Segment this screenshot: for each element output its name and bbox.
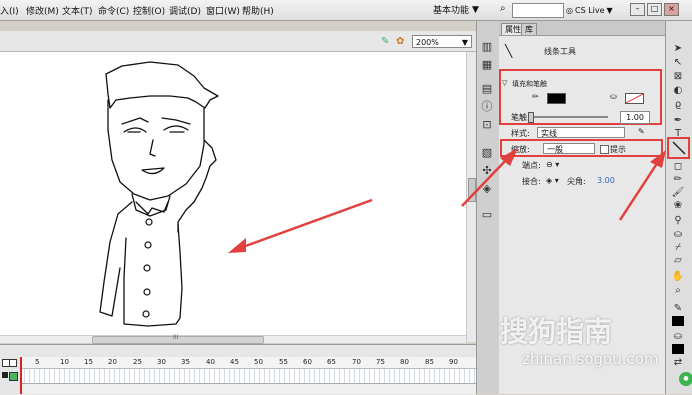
scroll-thumb[interactable]: III (92, 334, 264, 344)
chevron-down-icon: ▼ (472, 4, 479, 15)
eraser-tool-icon[interactable]: ▱ (671, 254, 685, 267)
fill-color-chip[interactable] (672, 344, 684, 354)
stage-canvas[interactable] (0, 52, 466, 335)
cs-live-button[interactable]: ◎ CS Live ▼ (566, 3, 613, 17)
annotation-arrow-head (228, 238, 246, 253)
frame-number: 85 (425, 358, 434, 366)
frame-number: 10 (60, 358, 69, 366)
watermark-url: zhinan.sogou.com (522, 350, 659, 368)
hair-outline (105, 61, 219, 109)
fill-color-tool-icon[interactable]: ⛀ (671, 330, 685, 343)
frame-number: 20 (108, 358, 117, 366)
chevron-down-icon: ▼ (606, 5, 613, 15)
shirt-button (142, 310, 150, 318)
section-fill-stroke[interactable]: 填充和笔触 (512, 79, 547, 89)
cs-live-icon: ◎ (566, 5, 573, 15)
3d-rotation-tool-icon[interactable]: ◐ (671, 84, 685, 97)
cs-live-label: CS Live (574, 5, 605, 15)
menu-help[interactable]: 帮助(H) (242, 4, 274, 17)
shirt-body (123, 223, 183, 327)
subselection-tool-icon[interactable]: ↖ (671, 56, 685, 69)
layer-visible-icon[interactable] (2, 372, 8, 378)
zoom-tool-icon[interactable]: ⌕ (671, 284, 685, 297)
search-icon: ⌕ (500, 3, 506, 14)
selection-tool-icon[interactable]: ➤ (671, 42, 685, 55)
face-outline (107, 99, 205, 201)
right-eye (163, 125, 189, 131)
left-sleeve (99, 201, 133, 317)
nose (149, 139, 156, 157)
shirt-button (145, 218, 153, 226)
lock-icon[interactable] (9, 359, 17, 367)
frame-number: 5 (35, 358, 40, 366)
frame-number: 40 (206, 358, 215, 366)
menu-modify[interactable]: 修改(M) (26, 4, 59, 17)
stage-toolbar (0, 31, 476, 52)
grip-label: III (173, 334, 179, 341)
menu-bar: 入(I) 修改(M) 文本(T) 命令(C) 控制(O) 调试(D) 窗口(W)… (0, 0, 692, 21)
frame-number: 45 (230, 358, 239, 366)
zoom-value: 200% (416, 38, 439, 47)
free-transform-tool-icon[interactable]: ⊠ (671, 70, 685, 83)
chevron-down-icon: ▼ (461, 38, 468, 47)
workspace-label: 基本功能 (433, 6, 470, 16)
frame-number: 60 (303, 358, 312, 366)
hand-tool-icon[interactable]: ✋ (671, 270, 685, 283)
stroke-color-tool-icon[interactable]: ✎ (671, 302, 685, 315)
swatches-icon[interactable]: ▦ (480, 58, 494, 72)
right-brow (161, 117, 191, 125)
frame-number: 25 (133, 358, 142, 366)
maximize-button[interactable]: □ (647, 3, 662, 16)
collapse-icon[interactable]: ▽ (502, 79, 507, 87)
timeline-frames[interactable] (20, 369, 476, 384)
layer-outline-icon[interactable] (9, 372, 18, 381)
frame-number: 35 (181, 358, 190, 366)
workspace-switcher[interactable]: 基本功能 ▼ (433, 2, 495, 17)
menu-debug[interactable]: 调试(D) (169, 4, 201, 17)
menu-control[interactable]: 控制(O) (133, 4, 165, 17)
frame-number: 90 (449, 358, 458, 366)
playhead[interactable] (20, 357, 22, 394)
line-tool-icon: ╲ (505, 44, 513, 58)
menu-window[interactable]: 窗口(W) (206, 4, 240, 17)
align-icon[interactable]: ▤ (480, 82, 494, 96)
close-button[interactable]: × (664, 3, 679, 16)
edit-symbols-icon[interactable]: ✎ (381, 36, 389, 47)
frame-number: 55 (279, 358, 288, 366)
shirt-button (143, 288, 151, 296)
minimize-button[interactable]: – (630, 3, 645, 16)
annotation-arrow-head (650, 150, 666, 168)
search-input[interactable] (512, 3, 564, 18)
annotation-arrow-line (239, 198, 373, 250)
shirt-button (144, 241, 152, 249)
frame-number: 15 (84, 358, 93, 366)
cartoon-drawing (99, 61, 373, 327)
annotation-arrow-line (461, 157, 509, 207)
shirt-button (143, 264, 151, 272)
frame-number: 30 (157, 358, 166, 366)
zoom-select[interactable]: 200% ▼ (412, 35, 472, 48)
menu-text[interactable]: 文本(T) (62, 4, 93, 17)
annotation-arrows (461, 148, 666, 221)
mouth (141, 167, 165, 175)
stroke-color-chip[interactable] (672, 316, 684, 326)
watermark-text: 搜狗指南 (500, 315, 613, 348)
tool-name: 线条工具 (544, 47, 576, 56)
annotation-arrow-line (618, 161, 660, 221)
frame-number: 65 (327, 358, 336, 366)
badge-icon: ● (679, 372, 692, 386)
left-brow (121, 117, 149, 125)
color-icon[interactable]: ▥ (480, 40, 494, 54)
edit-scene-icon[interactable]: ✿ (396, 36, 404, 47)
frame-number: 50 (254, 358, 263, 366)
frame-number: 80 (400, 358, 409, 366)
menu-commands[interactable]: 命令(C) (98, 4, 129, 17)
swap-colors-icon[interactable]: ⇄ (671, 356, 685, 369)
frame-number: 70 (352, 358, 361, 366)
timeline-frames-empty[interactable] (20, 384, 476, 394)
menu-insert[interactable]: 入(I) (0, 4, 19, 17)
tab-library[interactable]: 库 (521, 23, 537, 35)
frame-number: 75 (376, 358, 385, 366)
eyedropper-tool-icon[interactable]: ⌿ (671, 241, 685, 254)
